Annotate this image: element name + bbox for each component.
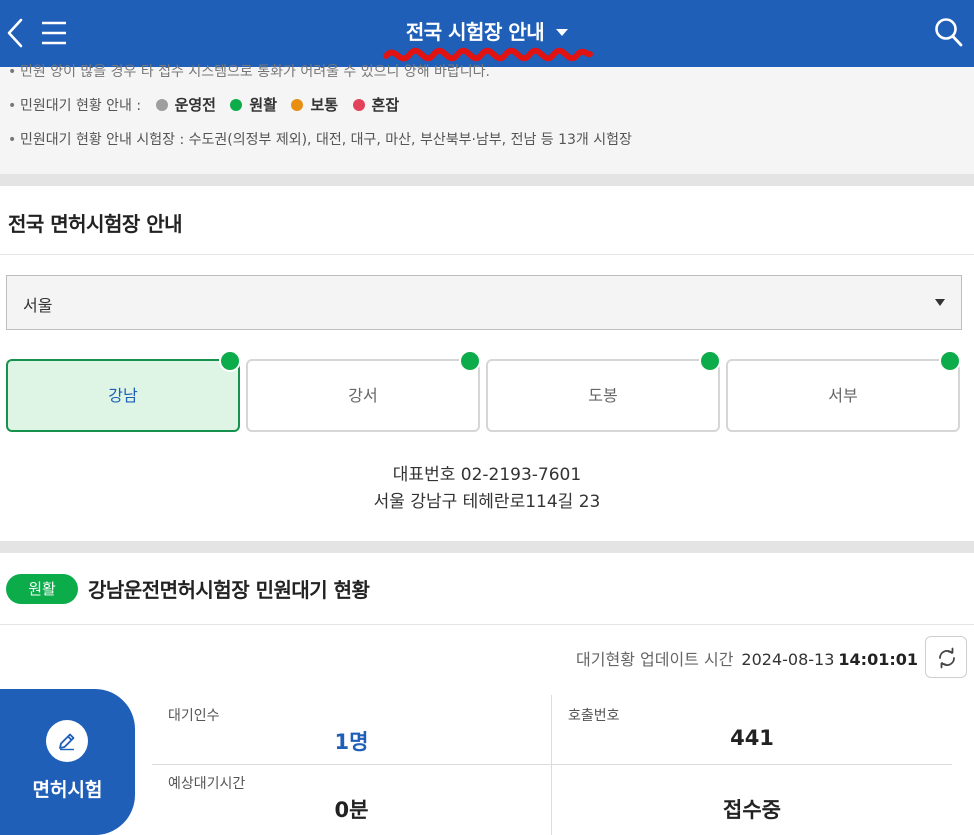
center-phone: 대표번호 02-2193-7601 [392,465,582,485]
divider [0,254,974,255]
call-number-label: 호출번호 [568,708,620,724]
waiting-count-label: 대기인수 [168,708,220,724]
call-number-value: 441 [730,726,774,750]
update-date: 2024-08-13 [741,650,835,669]
legend-text: 보통 [310,96,339,114]
legend-text: 혼잡 [371,96,400,114]
status-dot-icon [459,350,481,372]
status-dot-icon [219,350,241,372]
status-dot-icon [699,350,721,372]
legend-label: 민원대기 현황 안내 : [20,98,142,114]
section-divider [0,541,974,553]
notice-line-legend: • 민원대기 현황 안내 : 운영전 원활 보통 혼잡 [8,94,400,115]
status-badge: 원활 [6,574,78,604]
center-tab-gangnam[interactable]: 강남 [6,350,241,432]
search-icon[interactable] [934,16,964,48]
center-address: 서울 강남구 테헤란로114길 23 [373,492,601,512]
legend-text: 원활 [249,96,278,114]
caret-down-icon [935,299,945,306]
notice-section: • 민원 양이 많을 경우 타 접수 시스템으로 통화가 어려울 수 있으니 양해… [0,64,974,174]
expected-wait-label: 예상대기시간 [168,776,246,792]
red-dot-icon [352,99,365,111]
update-time-line: 대기현황 업데이트 시간 2024-08-13 14:01:01 [576,646,918,670]
red-scribble-annotation [383,47,593,62]
legend-item-before-open: 운영전 [155,94,216,115]
center-tab-label: 강서 [348,386,378,405]
center-tab-dobong[interactable]: 도봉 [486,350,721,432]
center-tab-label: 도봉 [588,386,618,405]
center-tab-label: 강남 [108,386,138,405]
notice-line-3: • 민원대기 현황 안내 시험장 : 수도권(의정부 제외), 대전, 대구, 마… [8,132,632,148]
status-dot-icon [939,350,961,372]
reception-state-value: 접수중 [723,798,781,822]
section-title-centers: 전국 면허시험장 안내 [8,212,183,236]
refresh-icon [939,647,955,669]
update-label: 대기현황 업데이트 시간 [576,650,734,669]
legend-text: 운영전 [174,96,216,114]
grid-divider-horizontal [152,764,952,765]
page-title-dropdown[interactable]: 전국 시험장 안내 [0,16,974,45]
center-tab-gangseo[interactable]: 강서 [246,350,481,432]
refresh-button[interactable] [925,636,967,678]
exam-category-tab[interactable]: 면허시험 [0,689,135,835]
region-select[interactable]: 서울 [6,275,962,330]
legend-item-smooth: 원활 [230,94,277,115]
orange-dot-icon [291,99,304,111]
update-time: 14:01:01 [838,650,918,669]
status-title: 강남운전면허시험장 민원대기 현황 [88,578,370,602]
expected-wait-value: 0분 [334,798,369,822]
waiting-count-value: 1명 [334,730,369,754]
section-divider [0,174,974,186]
gray-dot-icon [155,99,168,111]
legend-item-crowded: 혼잡 [352,94,400,115]
green-dot-icon [230,99,243,111]
pencil-icon-circle [46,720,88,762]
center-tab-label: 서부 [828,386,858,405]
pencil-icon [59,733,75,751]
legend-item-normal: 보통 [291,94,338,115]
region-select-value: 서울 [23,296,53,315]
page-title: 전국 시험장 안내 [405,20,545,44]
divider [0,624,974,625]
chevron-down-icon [556,29,569,36]
exam-tab-label: 면허시험 [32,779,103,801]
center-tab-seobu[interactable]: 서부 [726,350,961,432]
notice-text-3: 민원대기 현황 안내 시험장 : 수도권(의정부 제외), 대전, 대구, 마산… [20,132,632,148]
